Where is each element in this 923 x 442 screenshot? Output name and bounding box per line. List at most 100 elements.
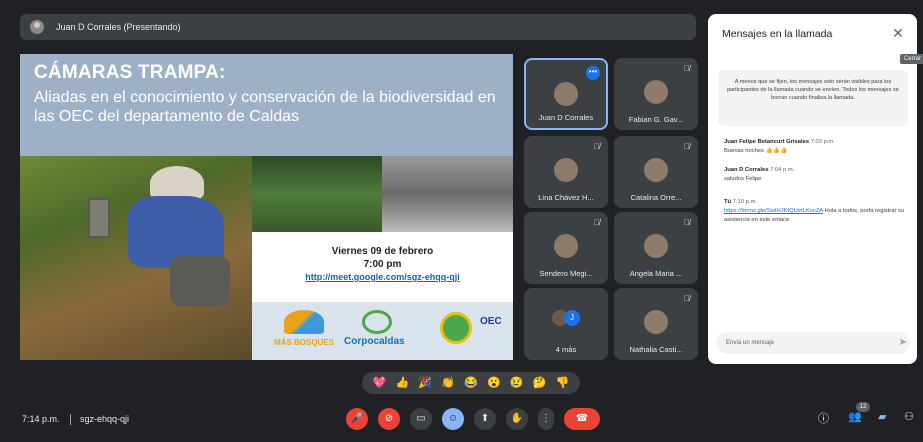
slide-photo-researcher: [20, 156, 252, 360]
mic-off-icon: 🎙̸: [684, 64, 690, 73]
mas-bosques-label: MÁS BOSQUES: [274, 338, 335, 347]
camera-toggle-button[interactable]: ⊘: [378, 408, 400, 430]
party-reaction-icon[interactable]: 🎉: [418, 377, 432, 389]
people-icon[interactable]: 👥: [848, 410, 862, 423]
chat-panel: Mensajes en la llamada ✕ Cerrar A menos …: [708, 14, 923, 364]
sad-reaction-icon[interactable]: 😢: [510, 377, 524, 389]
event-link: http://meet.google.com/sgz-ehqq-qji: [305, 272, 460, 282]
participant-tile[interactable]: 🎙̸ Angela Maria ...: [614, 212, 698, 284]
message-sender: Juan Felipe Betancurt Grisales: [724, 139, 810, 145]
close-icon[interactable]: ✕: [889, 24, 907, 42]
divider: [70, 414, 71, 425]
slide-subtitle: Aliadas en el conocimiento y conservació…: [34, 89, 496, 125]
participant-name: Lina Chávez H...: [538, 193, 594, 202]
slide-title-band: CÁMARAS TRAMPA: Aliadas en el conocimien…: [20, 54, 513, 156]
send-icon[interactable]: ➤: [899, 337, 907, 348]
mic-toggle-button[interactable]: 🎤: [346, 408, 368, 430]
surprised-reaction-icon[interactable]: 😮: [487, 377, 501, 389]
avatar: [554, 82, 578, 106]
participant-tile[interactable]: ••• Juan D Corrales: [524, 58, 608, 130]
mic-off-icon: 🎙̸: [594, 218, 600, 227]
more-options-button[interactable]: ⋮: [538, 408, 554, 430]
slide-photo-forest: [252, 156, 382, 232]
chat-input[interactable]: Envía un mensaje: [716, 332, 910, 354]
participant-name: Nathalia Casti...: [629, 345, 683, 354]
corpocaldas-logo: [362, 310, 392, 334]
thinking-reaction-icon[interactable]: 🤔: [533, 377, 547, 389]
message-time: 7:04 p.m.: [770, 167, 795, 173]
presenter-avatar: [30, 20, 44, 34]
participant-tile[interactable]: 🎙̸ Fabian G. Gav...: [614, 58, 698, 130]
thumbs-down-reaction-icon[interactable]: 👎: [556, 377, 570, 389]
avatar: [644, 158, 668, 182]
chat-notice: A menos que se fijen, los mensajes solo …: [718, 70, 908, 126]
researcher-hat: [150, 166, 204, 200]
reactions-bar: 💖 👍 🎉 👏 😂 😮 😢 🤔 👎: [362, 372, 580, 394]
chat-icon[interactable]: ▰: [878, 410, 886, 423]
laugh-reaction-icon[interactable]: 😂: [464, 377, 478, 389]
participant-tile[interactable]: 🎙̸ Nathalia Casti...: [614, 288, 698, 360]
participant-name: Sendero Megi...: [539, 269, 593, 278]
chat-title: Mensajes en la llamada: [722, 28, 833, 40]
participant-name: Catalina Orre...: [630, 193, 682, 202]
mic-off-icon: 🎙̸: [684, 218, 690, 227]
mic-off-icon: 🎙̸: [684, 142, 690, 151]
oec-label: OEC: [480, 316, 502, 327]
thumbs-up-reaction-icon[interactable]: 👍: [395, 377, 409, 389]
oec-logo: [440, 312, 472, 344]
avatar: [554, 234, 578, 258]
meeting-code: sgz-ehqq-qji: [80, 414, 130, 424]
event-date: Viernes 09 de febrero: [331, 246, 434, 257]
researcher-pants: [170, 256, 230, 306]
mic-off-icon: 🎙̸: [684, 294, 690, 303]
message-text: saludos Felipe: [724, 176, 762, 182]
participant-name: Angela Maria ...: [629, 269, 683, 278]
message-time: 7:03 p.m.: [810, 139, 835, 145]
avatar: [644, 234, 668, 258]
participant-name: 4 más: [555, 345, 577, 354]
leave-call-button[interactable]: ☎: [564, 408, 600, 430]
activities-icon[interactable]: ⚇: [904, 410, 914, 423]
slide-event-info: Viernes 09 de febrero 7:00 pm http://mee…: [252, 232, 513, 302]
heart-reaction-icon[interactable]: 💖: [373, 377, 387, 389]
message-time: 7:10 p.m.: [732, 199, 757, 205]
shared-slide: CÁMARAS TRAMPA: Aliadas en el conocimien…: [20, 54, 513, 360]
more-options-icon[interactable]: •••: [586, 66, 600, 80]
clock: 7:14 p.m.: [22, 414, 60, 424]
message-link[interactable]: https://forms.gle/SwtHJKtQUetLKocZA: [724, 208, 823, 214]
slide-logos: MÁS BOSQUES Corpocaldas OEC: [252, 302, 513, 360]
avatar-initial: J: [564, 310, 580, 326]
present-button[interactable]: ⬆: [474, 408, 496, 430]
more-participants-tile[interactable]: J 4 más: [524, 288, 608, 360]
mas-bosques-logo: [284, 310, 324, 334]
presenter-name: Juan D Corrales (Presentando): [56, 22, 181, 32]
camera-trap: [88, 198, 110, 238]
participant-tile[interactable]: 🎙̸ Catalina Orre...: [614, 136, 698, 208]
participant-tile[interactable]: 🎙̸ Lina Chávez H...: [524, 136, 608, 208]
clap-reaction-icon[interactable]: 👏: [441, 377, 455, 389]
message-text: Buenas noches 👍👍👍: [724, 148, 788, 154]
corpocaldas-label: Corpocaldas: [344, 336, 405, 347]
raise-hand-button[interactable]: ✋: [506, 408, 528, 430]
message-sender: Tú: [724, 199, 732, 205]
chat-message: Juan D Corrales 7:04 p.m. saludos Felipe: [724, 166, 908, 184]
participant-tile[interactable]: 🎙̸ Sendero Megi...: [524, 212, 608, 284]
presenter-bar: Juan D Corrales (Presentando): [20, 14, 696, 40]
slide-title: CÁMARAS TRAMPA:: [34, 62, 226, 83]
participant-name: Juan D Corrales: [538, 113, 594, 122]
close-tooltip: Cerrar: [899, 54, 923, 64]
avatar: [644, 80, 668, 104]
mic-off-icon: 🎙̸: [594, 142, 600, 151]
reactions-button[interactable]: ☺: [442, 408, 464, 430]
avatar: [644, 310, 668, 334]
grouped-avatars: J: [552, 310, 582, 326]
event-time: 7:00 pm: [363, 259, 402, 270]
captions-button[interactable]: ▭: [410, 408, 432, 430]
chat-message: Tú 7:10 p.m. https://forms.gle/SwtHJKtQU…: [724, 198, 908, 225]
info-icon[interactable]: ⓘ: [818, 410, 829, 426]
message-sender: Juan D Corrales: [724, 167, 769, 173]
chat-message: Juan Felipe Betancurt Grisales 7:03 p.m.…: [724, 138, 908, 156]
slide-photo-trap-capture: [382, 156, 513, 232]
avatar: [554, 158, 578, 182]
participant-name: Fabian G. Gav...: [628, 115, 684, 124]
